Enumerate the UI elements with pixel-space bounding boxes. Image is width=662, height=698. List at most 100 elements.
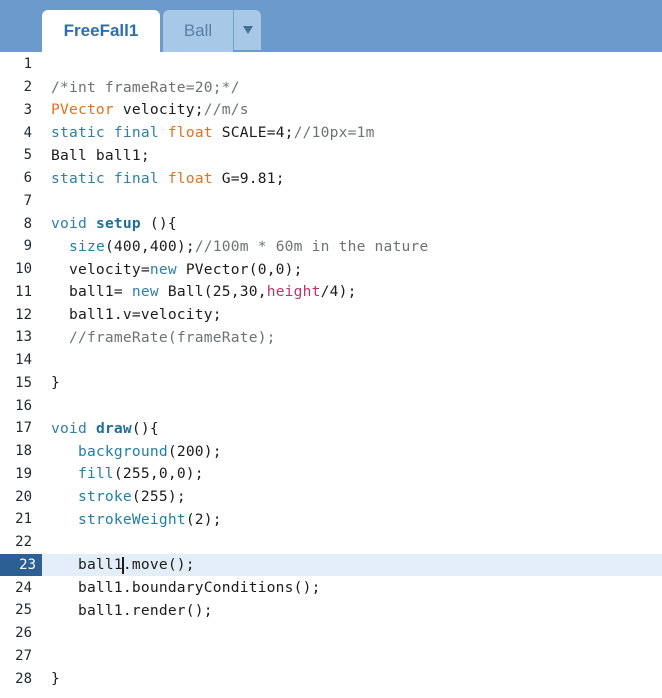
code-token: ball1.boundaryConditions(); [51,579,321,597]
line-number: 19 [15,465,32,482]
code-text: /*int frameRate=20;*/ [51,79,240,96]
line-number: 10 [15,261,32,278]
code-token: background [77,442,168,460]
tab-freefall1-label: FreeFall1 [63,21,139,40]
code-token: ball1.v=velocity; [51,306,222,324]
line-number: 9 [23,238,32,255]
line-number: 27 [15,647,32,664]
line-number: 2 [23,79,32,96]
code-line[interactable]: 20 stroke(255); [0,485,662,508]
code-token: Ball(25,30, [158,283,267,301]
code-line[interactable]: 15} [0,372,662,395]
code-token: void [51,419,87,437]
line-number: 23 [0,553,42,577]
code-text: void setup (){ [51,215,177,232]
code-text: ball1= new Ball(25,30,height/4); [51,283,357,300]
line-number: 25 [15,602,32,619]
line-number: 15 [15,374,32,391]
code-line[interactable]: 9 size(400,400);//100m * 60m in the natu… [0,235,662,258]
code-token: /*int frameRate=20;*/ [51,78,240,96]
code-line[interactable]: 7 [0,190,662,213]
code-token: (2); [185,510,222,528]
code-token: //10px=1m [293,124,375,142]
code-token: (){ [140,215,177,233]
code-token: height [266,283,321,301]
code-text: fill(255,0,0); [51,465,204,482]
code-line[interactable]: 24 ball1.boundaryConditions(); [0,576,662,599]
line-number: 4 [23,124,32,141]
code-token: setup [95,215,141,233]
code-line[interactable]: 10 velocity=new PVector(0,0); [0,258,662,281]
code-token: (){ [131,419,159,437]
code-line[interactable]: 19 fill(255,0,0); [0,463,662,486]
line-number: 14 [15,352,32,369]
code-text: strokeWeight(2); [51,511,222,528]
code-token: float [167,169,213,187]
line-number: 26 [15,625,32,642]
code-token: static [51,169,105,187]
code-line[interactable]: 12 ball1.v=velocity; [0,303,662,326]
line-number: 16 [15,397,32,414]
code-line[interactable]: 6 static final float G=9.81; [0,167,662,190]
code-line[interactable]: 13 //frameRate(frameRate); [0,326,662,349]
code-line[interactable]: 4 static final float SCALE=4;//10px=1m [0,121,662,144]
tab-menu-button[interactable] [233,10,261,50]
code-line[interactable]: 28} [0,667,662,690]
code-line[interactable]: 1 [0,53,662,76]
line-number: 28 [15,670,32,687]
line-number: 24 [15,579,32,596]
code-text: velocity=new PVector(0,0); [51,261,303,278]
code-line[interactable]: 18 background(200); [0,440,662,463]
code-token: //100m * 60m in the nature [194,237,429,255]
code-token: size [68,237,105,255]
code-token: } [51,374,60,392]
code-line[interactable]: 27 [0,645,662,668]
code-line[interactable]: 17 void draw(){ [0,417,662,440]
line-number: 7 [23,192,32,209]
code-line[interactable]: 11 ball1= new Ball(25,30,height/4); [0,281,662,304]
code-line[interactable]: 2 /*int frameRate=20;*/ [0,76,662,99]
code-editor[interactable]: 1 2 /*int frameRate=20;*/ 3 PVector velocity… [0,52,662,698]
tab-ball[interactable]: Ball [163,10,233,52]
code-token: final [113,124,159,142]
line-number: 21 [15,511,32,528]
code-token: static [51,124,105,142]
code-token: SCALE=4; [212,124,294,142]
code-line[interactable]: 26 [0,622,662,645]
code-line[interactable]: 23 ball1.move(); [0,553,662,577]
line-number: 13 [15,329,32,346]
code-line[interactable]: 5 Ball ball1; [0,144,662,167]
code-text: background(200); [51,443,222,460]
code-text: static final float G=9.81; [51,170,285,187]
code-text: size(400,400);//100m * 60m in the nature [51,238,428,255]
code-line[interactable]: 25 ball1.render(); [0,599,662,622]
code-text: ball1.v=velocity; [51,306,222,323]
code-token: //frameRate(frameRate); [68,328,276,346]
code-text: stroke(255); [51,488,186,505]
triangle-down-icon [242,26,253,34]
code-text: ball1.boundaryConditions(); [51,579,321,596]
code-token: (255,0,0); [113,465,204,483]
code-token: .move(); [122,556,195,574]
code-line[interactable]: 22 [0,531,662,554]
code-token: (200); [167,442,222,460]
code-token: /4); [320,283,357,301]
line-number: 17 [15,420,32,437]
code-line[interactable]: 8 void setup (){ [0,212,662,235]
code-line[interactable]: 3 PVector velocity;//m/s [0,99,662,122]
code-line[interactable]: 21 strokeWeight(2); [0,508,662,531]
code-line[interactable]: 16 [0,394,662,417]
tab-bar: FreeFall1 Ball [0,0,662,52]
code-line[interactable]: 14 [0,349,662,372]
line-number: 5 [23,147,32,164]
tab-freefall1[interactable]: FreeFall1 [42,10,160,52]
